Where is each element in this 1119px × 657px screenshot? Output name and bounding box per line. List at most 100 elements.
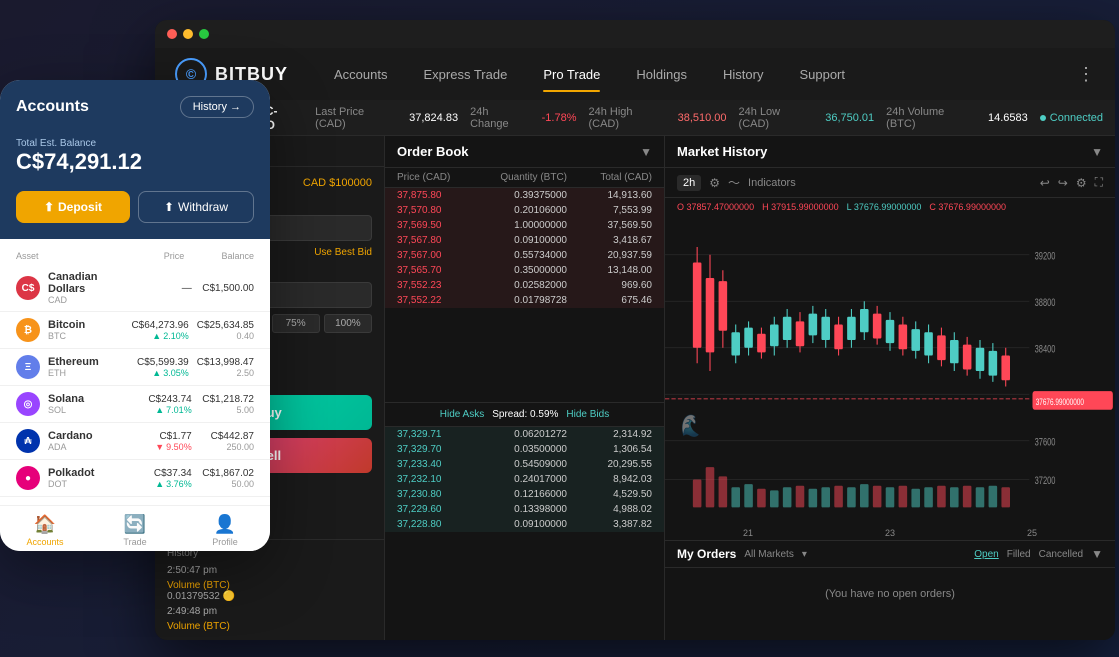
ask-price-1: 37,570.80 [397, 205, 482, 216]
chart-settings-icon[interactable]: ⚙ [1076, 176, 1087, 190]
bid-row-2: 37,233.40 0.54509000 20,295.55 [385, 457, 664, 472]
bid-total-4: 4,529.50 [567, 489, 652, 500]
nav-item-express-trade[interactable]: Express Trade [407, 61, 523, 88]
cad-ticker: CAD [48, 295, 129, 305]
eth-balance: C$13,998.47 [197, 357, 254, 368]
history-item-2: 2:49:48 pm [167, 606, 372, 617]
ada-icon: ₳ [16, 429, 40, 453]
mobile-nav-accounts[interactable]: 🏠 Accounts [0, 514, 90, 547]
sol-balance-col: C$1,218.72 5.00 [200, 394, 254, 415]
candle-type-icon[interactable]: ⚙ [709, 176, 720, 190]
market-history-header: Market History ▼ [665, 136, 1115, 168]
ohlc-h: H 37915.99000000 [762, 202, 839, 212]
window-maximize-dot[interactable] [199, 29, 209, 39]
btc-balance: C$25,634.85 [197, 320, 254, 331]
sol-info: Solana SOL [48, 393, 129, 415]
timeframe-2h[interactable]: 2h [677, 175, 701, 191]
indicators-label: Indicators [748, 177, 796, 189]
ask-total-6: 969.60 [567, 280, 652, 291]
tab-filled[interactable]: Filled [1007, 549, 1031, 560]
low-value: 36,750.01 [825, 112, 874, 124]
chart-fullscreen-icon[interactable]: ⛶ [1095, 175, 1103, 190]
pct-100-btn[interactable]: 100% [324, 314, 372, 333]
bid-total-3: 8,942.03 [567, 474, 652, 485]
mobile-nav-trade[interactable]: 🔄 Trade [90, 514, 180, 547]
ask-price-6: 37,552.23 [397, 280, 482, 291]
bid-row-4: 37,230.80 0.12166000 4,529.50 [385, 487, 664, 502]
ask-row-7: 37,552.22 0.01798728 675.46 [385, 293, 664, 308]
withdraw-icon: ⬆ [164, 200, 174, 214]
nav-item-pro-trade[interactable]: Pro Trade [527, 61, 616, 88]
btc-info: Bitcoin BTC [48, 319, 123, 341]
eth-change: ▲ 3.05% [136, 368, 189, 378]
eth-icon: Ξ [16, 355, 40, 379]
market-history-arrow[interactable]: ▼ [1091, 145, 1103, 159]
order-book-arrow[interactable]: ▼ [640, 145, 652, 159]
nav-more-icon[interactable]: ⋮ [1077, 64, 1095, 85]
header-price: Price [119, 251, 185, 261]
asset-row-btc[interactable]: ₿ Bitcoin BTC C$64,273.96 ▲ 2.10% C$25,6… [0, 312, 270, 349]
chart-undo-icon[interactable]: ↩ [1040, 176, 1050, 190]
pct-75-btn[interactable]: 75% [272, 314, 320, 333]
dot-name: Polkadot [48, 467, 129, 479]
chart-redo-icon[interactable]: ↪ [1058, 176, 1068, 190]
price-level-6: 37200 [1035, 475, 1056, 487]
ask-price-4: 37,567.00 [397, 250, 482, 261]
market-filter-arrow[interactable]: ▾ [802, 549, 807, 560]
window-close-dot[interactable] [167, 29, 177, 39]
tab-open[interactable]: Open [974, 549, 998, 560]
hide-bids-btn[interactable]: Hide Bids [566, 409, 609, 420]
nav-item-accounts[interactable]: Accounts [318, 61, 403, 88]
profile-nav-icon: 👤 [214, 514, 236, 535]
ada-price: C$1.77 [137, 431, 191, 442]
asset-row-dot[interactable]: ● Polkadot DOT C$37.34 ▲ 3.76% C$1,867.0… [0, 460, 270, 497]
mobile-nav-profile[interactable]: 👤 Profile [180, 514, 270, 547]
dot-price: C$37.34 [137, 468, 191, 479]
trade-nav-label: Trade [123, 537, 146, 547]
nav-item-support[interactable]: Support [783, 61, 861, 88]
nav-item-history[interactable]: History [707, 61, 779, 88]
mobile-nav: 🏠 Accounts 🔄 Trade 👤 Profile [0, 505, 270, 551]
window-minimize-dot[interactable] [183, 29, 193, 39]
ada-balance: C$442.87 [200, 431, 254, 442]
nav-item-holdings[interactable]: Holdings [620, 61, 703, 88]
withdraw-button[interactable]: ⬆ Withdraw [138, 191, 254, 223]
action-buttons: ⬆ Deposit ⬆ Withdraw [0, 191, 270, 239]
ask-total-7: 675.46 [567, 295, 652, 306]
ask-qty-0: 0.39375000 [482, 190, 567, 201]
ask-row-6: 37,552.23 0.02582000 969.60 [385, 278, 664, 293]
tab-cancelled[interactable]: Cancelled [1039, 549, 1083, 560]
asset-row-cad[interactable]: C$ Canadian Dollars CAD — C$1,500.00 [0, 265, 270, 312]
sol-ticker: SOL [48, 405, 129, 415]
chart-wave-icon[interactable]: 〜 [728, 174, 740, 191]
dot-ticker: DOT [48, 479, 129, 489]
deposit-button[interactable]: ⬆ Deposit [16, 191, 130, 223]
ask-price-5: 37,565.70 [397, 265, 482, 276]
hide-asks-btn[interactable]: Hide Asks [440, 409, 484, 420]
date-label-23: 23 [885, 528, 895, 538]
btc-change-arrow: ▲ [152, 331, 161, 341]
my-orders-arrow[interactable]: ▼ [1091, 547, 1103, 561]
balance-value: C$74,291.12 [16, 149, 254, 175]
indicators-button[interactable]: Indicators [748, 177, 796, 189]
cad-name: Canadian Dollars [48, 271, 129, 295]
date-label-21: 21 [743, 528, 753, 538]
asset-row-ada[interactable]: ₳ Cardano ADA C$1.77 ▼ 9.50% C$442.87 25… [0, 423, 270, 460]
dot-change-value: 3.76% [166, 479, 192, 489]
ask-row-5: 37,565.70 0.35000000 13,148.00 [385, 263, 664, 278]
market-filter[interactable]: All Markets [744, 549, 793, 560]
history-vol-2: Volume (BTC) [167, 621, 372, 632]
bid-qty-4: 0.12166000 [482, 489, 567, 500]
asset-row-sol[interactable]: ◎ Solana SOL C$243.74 ▲ 7.01% C$1,218.72… [0, 386, 270, 423]
asset-row-eth[interactable]: Ξ Ethereum ETH C$5,599.39 ▲ 3.05% C$13,9… [0, 349, 270, 386]
trade-history-section: History 2:50:47 pm Volume (BTC) 0.013795… [155, 539, 384, 640]
bid-price-6: 37,228.80 [397, 519, 482, 530]
ada-amount: 250.00 [200, 442, 254, 452]
bid-row-1: 37,329.70 0.03500000 1,306.54 [385, 442, 664, 457]
dot-info: Polkadot DOT [48, 467, 129, 489]
scene: © BITBUY Accounts Express Trade Pro Trad… [0, 0, 1119, 657]
ask-total-3: 3,418.67 [567, 235, 652, 246]
bid-price-4: 37,230.80 [397, 489, 482, 500]
mobile-history-button[interactable]: History → [180, 96, 254, 118]
ask-price-2: 37,569.50 [397, 220, 482, 231]
